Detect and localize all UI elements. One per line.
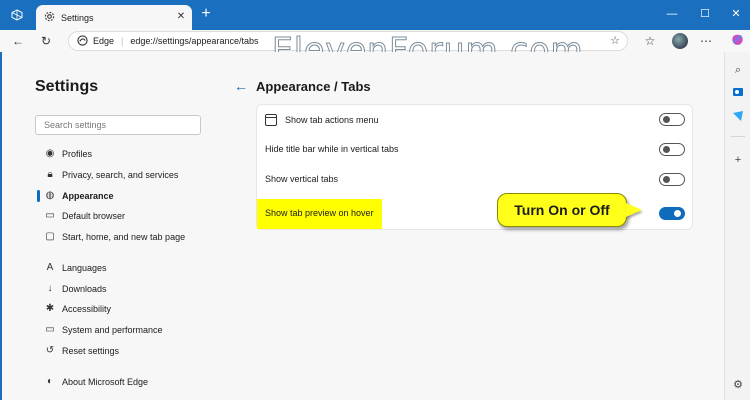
back-button[interactable]: ← xyxy=(10,33,26,49)
address-separator: | xyxy=(121,36,124,46)
edge-icon: ◐ xyxy=(46,376,54,387)
refresh-button[interactable]: ↻ xyxy=(38,33,54,49)
send-icon[interactable] xyxy=(730,110,746,126)
sidebar-item-downloads[interactable]: ↓ Downloads xyxy=(44,281,107,297)
palette-icon: ◍ xyxy=(45,190,55,201)
callout: Turn On or Off xyxy=(497,193,627,227)
sidebar-item-label: Accessibility xyxy=(62,304,112,314)
sidebar-item-system[interactable]: ▭ System and performance xyxy=(44,322,163,338)
setting-row: Hide title bar while in vertical tabs xyxy=(257,135,694,165)
page-title: Appearance / Tabs xyxy=(256,78,371,94)
address-url[interactable]: edge://settings/appearance/tabs xyxy=(130,36,258,46)
close-window-button[interactable]: ✕ xyxy=(727,6,745,22)
browser-icon: ▭ xyxy=(45,210,55,221)
tab-actions-icon xyxy=(265,114,277,126)
sidebar-item-privacy[interactable]: 🔒︎ Privacy, search, and services xyxy=(44,167,178,183)
edge-icon xyxy=(77,34,88,48)
new-tab-button[interactable]: + xyxy=(199,6,213,22)
settings-title: Settings xyxy=(35,78,99,95)
sidebar-item-label: Default browser xyxy=(62,211,126,221)
minimize-button[interactable]: — xyxy=(663,6,681,22)
tab-title: Settings xyxy=(61,12,94,23)
address-bar[interactable]: Edge | edge://settings/appearance/tabs ☆ xyxy=(68,31,628,51)
title-bar: Settings ✕ + — ☐ ✕ xyxy=(0,0,750,30)
sidebar-item-label: About Microsoft Edge xyxy=(62,377,149,387)
sidebar-item-profiles[interactable]: ◉ Profiles xyxy=(44,146,92,162)
add-icon[interactable]: + xyxy=(730,152,746,168)
active-indicator xyxy=(37,190,40,202)
sidebar-item-default-browser[interactable]: ▭ Default browser xyxy=(44,208,125,224)
favorite-star-icon[interactable]: ☆ xyxy=(610,34,620,47)
gear-icon xyxy=(44,11,55,24)
accessibility-icon: ✱ xyxy=(45,303,55,314)
more-options-button[interactable]: ⋯ xyxy=(698,33,714,49)
outlook-icon[interactable] xyxy=(730,86,746,102)
sidebar-item-start-home[interactable]: ▢ Start, home, and new tab page xyxy=(44,229,185,245)
favorites-button[interactable]: ☆ xyxy=(642,33,658,49)
lock-icon: 🔒︎ xyxy=(47,169,53,180)
sidebar-rail: ⌕ + ⚙ xyxy=(724,52,750,400)
profile-icon: ◉ xyxy=(45,148,55,159)
sidebar-item-accessibility[interactable]: ✱ Accessibility xyxy=(44,301,111,317)
show-tab-actions-toggle[interactable] xyxy=(659,113,685,126)
setting-label: Hide title bar while in vertical tabs xyxy=(265,144,399,154)
tab-settings[interactable]: Settings ✕ xyxy=(36,5,192,30)
sidebar-item-label: Appearance xyxy=(62,191,114,201)
copilot-icon[interactable] xyxy=(729,33,745,49)
sidebar-item-appearance[interactable]: ◍ Appearance xyxy=(44,188,114,204)
workspaces-icon[interactable] xyxy=(10,8,24,22)
reset-icon: ↺ xyxy=(45,345,55,356)
setting-label: Show tab actions menu xyxy=(285,115,379,125)
show-tab-preview-toggle[interactable] xyxy=(659,207,685,220)
close-icon[interactable]: ✕ xyxy=(176,12,186,22)
setting-row: Show tab actions menu xyxy=(257,105,694,135)
sidebar-item-label: Privacy, search, and services xyxy=(62,170,179,180)
sidebar-item-languages[interactable]: A Languages xyxy=(44,260,107,276)
rail-divider xyxy=(731,136,745,137)
sidebar-item-label: Downloads xyxy=(62,284,107,294)
callout-pointer xyxy=(626,203,642,217)
maximize-button[interactable]: ☐ xyxy=(696,6,714,22)
hide-title-bar-toggle[interactable] xyxy=(659,143,685,156)
setting-label: Show tab preview on hover xyxy=(257,199,382,229)
sidebar-item-about[interactable]: ◐ About Microsoft Edge xyxy=(44,374,148,390)
sidebar-item-reset[interactable]: ↺ Reset settings xyxy=(44,343,119,359)
toolbar: ← ↻ Edge | edge://settings/appearance/ta… xyxy=(0,30,750,52)
language-icon: A xyxy=(46,262,54,273)
page-header: ← Appearance / Tabs xyxy=(234,78,371,94)
settings-sidebar: Settings Search settings ◉ Profiles 🔒︎ P… xyxy=(2,52,222,400)
sidebar-item-label: System and performance xyxy=(62,325,163,335)
setting-label: Show vertical tabs xyxy=(265,174,339,184)
monitor-icon: ▭ xyxy=(45,324,55,335)
sidebar-item-label: Start, home, and new tab page xyxy=(62,232,186,242)
avatar[interactable] xyxy=(672,33,688,49)
sidebar-item-label: Reset settings xyxy=(62,346,120,356)
search-icon[interactable]: ⌕ xyxy=(730,62,746,78)
download-icon: ↓ xyxy=(47,283,53,294)
home-icon: ▢ xyxy=(45,231,55,242)
setting-row: Show vertical tabs xyxy=(257,165,694,195)
gear-icon[interactable]: ⚙ xyxy=(730,377,746,393)
back-arrow-icon[interactable]: ← xyxy=(234,78,248,94)
search-input[interactable]: Search settings xyxy=(35,115,201,135)
sidebar-item-label: Profiles xyxy=(62,149,93,159)
sidebar-item-label: Languages xyxy=(62,263,107,273)
address-brand: Edge xyxy=(93,36,115,46)
show-vertical-tabs-toggle[interactable] xyxy=(659,173,685,186)
